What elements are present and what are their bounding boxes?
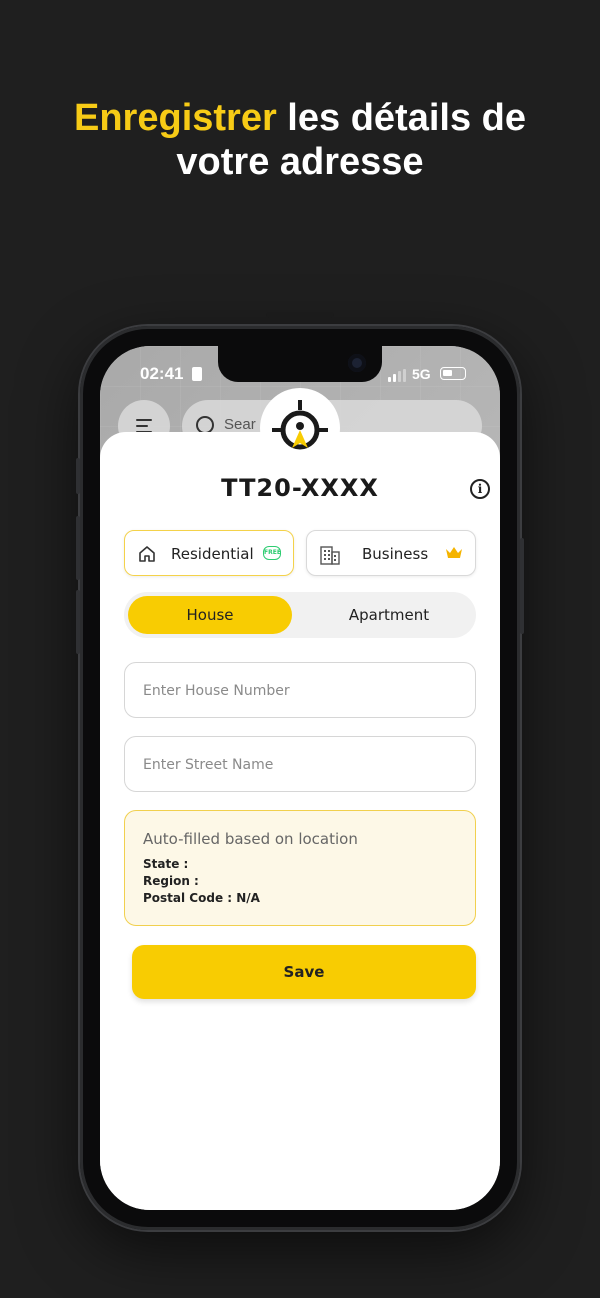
crown-icon <box>445 546 463 564</box>
tab-apartment[interactable]: Apartment <box>304 596 474 634</box>
headline-accent: Enregistrer <box>74 97 277 139</box>
residential-option[interactable]: Residential FREE <box>124 530 294 576</box>
free-badge: FREE <box>263 546 281 560</box>
house-number-input[interactable]: Enter House Number <box>124 662 476 718</box>
phone-frame: Sear 02:41 5G TT20-XXXX i Residential FR… <box>76 312 524 1230</box>
notch <box>218 346 382 382</box>
sim-icon <box>192 367 202 381</box>
map-search-placeholder: Sear <box>224 416 256 433</box>
network-label: 5G <box>412 366 431 382</box>
address-sheet: TT20-XXXX i Residential FREE Business Ho… <box>100 388 500 1210</box>
dwelling-type-toggle: House Apartment <box>124 592 476 638</box>
business-option[interactable]: Business <box>306 530 476 576</box>
battery-icon <box>440 367 466 380</box>
target-logo-icon <box>272 400 328 450</box>
region-value: Region : <box>143 874 199 888</box>
volume-up-button <box>76 516 80 580</box>
street-name-input[interactable]: Enter Street Name <box>124 736 476 792</box>
app-logo <box>260 388 340 468</box>
state-value: State : <box>143 857 189 871</box>
earpiece-speaker <box>266 312 334 318</box>
tab-house[interactable]: House <box>128 596 292 634</box>
plate-number: TT20-XXXX <box>221 474 379 502</box>
side-button <box>76 458 80 494</box>
signal-icon <box>388 369 406 382</box>
residential-label: Residential <box>171 545 254 563</box>
phone-screen: Sear 02:41 5G TT20-XXXX i Residential FR… <box>100 346 500 1210</box>
auto-filled-title: Auto-filled based on location <box>143 830 358 848</box>
headline-line1: les détails de <box>276 97 526 139</box>
promo-headline: Enregistrer les détails de votre adresse <box>0 96 600 184</box>
headline-line2: votre adresse <box>176 141 424 183</box>
postal-code-value: Postal Code : N/A <box>143 891 260 905</box>
volume-down-button <box>76 590 80 654</box>
business-label: Business <box>362 545 429 563</box>
auto-filled-box: Auto-filled based on location State : Re… <box>124 810 476 926</box>
status-time: 02:41 <box>140 364 184 383</box>
power-button <box>520 538 524 634</box>
front-camera <box>348 354 366 372</box>
save-button[interactable]: Save <box>132 945 476 999</box>
building-icon <box>319 544 341 570</box>
info-icon[interactable]: i <box>470 479 490 499</box>
house-icon <box>137 544 157 568</box>
